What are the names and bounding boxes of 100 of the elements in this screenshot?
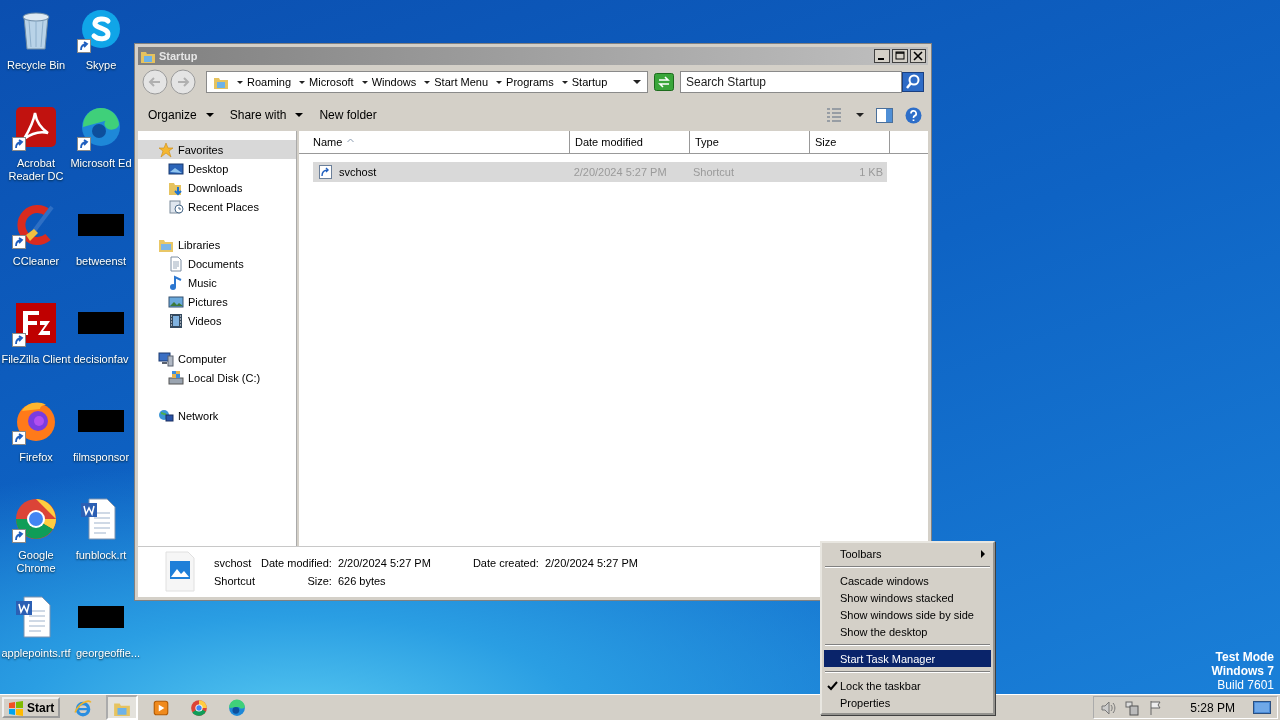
shortcut-arrow-icon	[77, 39, 91, 53]
maximize-button[interactable]	[892, 49, 908, 63]
film-icon	[168, 312, 184, 329]
field-label: Date modified:	[260, 557, 332, 569]
menu-item[interactable]: Cascade windows	[824, 572, 991, 589]
nav-item[interactable]: Videos	[138, 311, 296, 330]
breadcrumb[interactable]: Programs	[506, 76, 554, 88]
column-header[interactable]: Date modified	[570, 131, 690, 153]
nav-item[interactable]: Downloads	[138, 178, 296, 197]
dropdown-arrow-icon	[424, 80, 431, 84]
breadcrumb[interactable]: Startup	[571, 76, 608, 88]
nav-item[interactable]: Libraries	[138, 235, 296, 254]
column-header[interactable]: Type	[690, 131, 810, 153]
desktop-shortcut[interactable]: FileZilla Client	[0, 299, 72, 366]
nav-item[interactable]: Network	[138, 406, 296, 425]
file-name: svchost	[339, 166, 377, 178]
address-bar[interactable]: Roaming Microsoft Windows Start Menu Programs Startup	[206, 71, 648, 93]
computer-icon	[158, 350, 174, 367]
redaction-bar	[78, 606, 124, 628]
edition-text: Test Mode	[1215, 650, 1274, 664]
network-icon[interactable]	[1124, 699, 1141, 716]
shortcut-file-icon	[318, 164, 333, 180]
column-header[interactable]: Name	[299, 131, 570, 153]
back-button[interactable]	[142, 69, 168, 95]
icon-label: Microsoft Ed	[70, 157, 132, 170]
nav-item[interactable]: Pictures	[138, 292, 296, 311]
dropdown-arrow-icon	[856, 113, 864, 117]
menu-item[interactable]: Start Task Manager	[824, 650, 991, 667]
chrome-icon	[190, 698, 209, 717]
dropdown-arrow-icon	[237, 80, 243, 84]
field-label: Size:	[306, 575, 332, 587]
toolbar-button[interactable]: Organize	[144, 106, 218, 124]
taskbar-button[interactable]	[106, 695, 139, 720]
type-cell-text: Shortcut	[692, 166, 735, 178]
search-field[interactable]: Search Startup	[680, 71, 902, 93]
file-row[interactable]: svchost 2/20/2024 5:27 PM Shortcut 1 KB	[313, 162, 887, 182]
file-type: Shortcut	[214, 575, 255, 587]
date-cell-text: 2/20/2024 5:27 PM	[572, 166, 668, 178]
menu-item[interactable]: Show the desktop	[824, 623, 991, 640]
music-note-icon	[168, 274, 184, 291]
nav-item[interactable]: Documents	[138, 254, 296, 273]
nav-item[interactable]: Favorites	[138, 140, 296, 159]
field-value: 2/20/2024 5:27 PM	[544, 557, 638, 569]
icon-label: decisionfav	[73, 353, 129, 366]
search-button[interactable]	[902, 72, 924, 92]
breadcrumb[interactable]: Start Menu	[434, 76, 489, 88]
nav-item[interactable]: Music	[138, 273, 296, 292]
start-button[interactable]: Start	[2, 697, 61, 718]
star-icon	[158, 141, 174, 158]
icon-label: Recycle Bin	[5, 59, 67, 72]
breadcrumb[interactable]: Windows	[371, 76, 417, 88]
windows-flag-icon	[8, 699, 24, 716]
shortcut-arrow-icon	[12, 529, 26, 543]
menu-item[interactable]: Show windows stacked	[824, 589, 991, 606]
menu-item[interactable]: Show windows side by side	[824, 606, 991, 623]
redaction-bar	[78, 214, 124, 236]
volume-icon[interactable]	[1100, 699, 1117, 716]
minimize-button[interactable]	[874, 49, 890, 63]
nav-item[interactable]: Desktop	[138, 159, 296, 178]
submenu-arrow-icon	[981, 549, 985, 558]
edition-text: Windows 7	[1211, 664, 1274, 678]
nav-item[interactable]: Local Disk (C:)	[138, 368, 296, 387]
shortcut-arrow-icon	[12, 235, 26, 249]
help-icon[interactable]	[905, 106, 922, 124]
icon-label: Google Chrome	[15, 549, 57, 575]
preview-pane-icon[interactable]	[876, 106, 893, 124]
breadcrumb[interactable]: Roaming	[247, 76, 292, 88]
edge-icon	[228, 698, 247, 717]
toolbar-button[interactable]: Share with	[225, 106, 308, 124]
file-name: svchost	[214, 557, 253, 569]
nav-item[interactable]: Recent Places	[138, 197, 296, 216]
close-button[interactable]	[910, 49, 926, 63]
show-desktop-button[interactable]	[1253, 699, 1271, 716]
recent-places-icon	[168, 198, 184, 215]
network-globe-icon	[158, 407, 174, 424]
image-file-icon	[164, 551, 196, 593]
monitor-icon	[168, 160, 184, 177]
forward-button[interactable]	[170, 69, 196, 95]
checkmark-icon	[826, 680, 838, 691]
view-options-icon[interactable]	[826, 107, 842, 123]
icon-label: applepoints.rtf	[0, 647, 72, 660]
menu-item[interactable]: Properties	[824, 694, 991, 711]
edition-text: Build 7601	[1217, 678, 1274, 692]
icon-label: FileZilla Client	[0, 353, 72, 366]
media-player-icon	[152, 698, 171, 717]
field-value: 2/20/2024 5:27 PM	[337, 557, 431, 569]
dropdown-arrow-icon	[361, 80, 368, 84]
icon-label: CCleaner	[11, 255, 61, 268]
dropdown-arrow-icon	[561, 80, 568, 84]
toolbar-button[interactable]: New folder	[315, 106, 381, 124]
size-cell-text: 1 KB	[858, 166, 884, 178]
menu-item[interactable]: Toolbars	[824, 545, 991, 562]
refresh-button[interactable]	[654, 73, 674, 91]
clock[interactable]: 5:28 PM	[1190, 700, 1235, 715]
icon-label: georgeoffie...	[76, 647, 140, 660]
column-header[interactable]: Size	[810, 131, 890, 153]
menu-item[interactable]: Lock the taskbar	[824, 677, 991, 694]
dropdown-arrow-icon	[496, 80, 503, 84]
breadcrumb[interactable]: Microsoft	[309, 76, 354, 88]
nav-item[interactable]: Computer	[138, 349, 296, 368]
